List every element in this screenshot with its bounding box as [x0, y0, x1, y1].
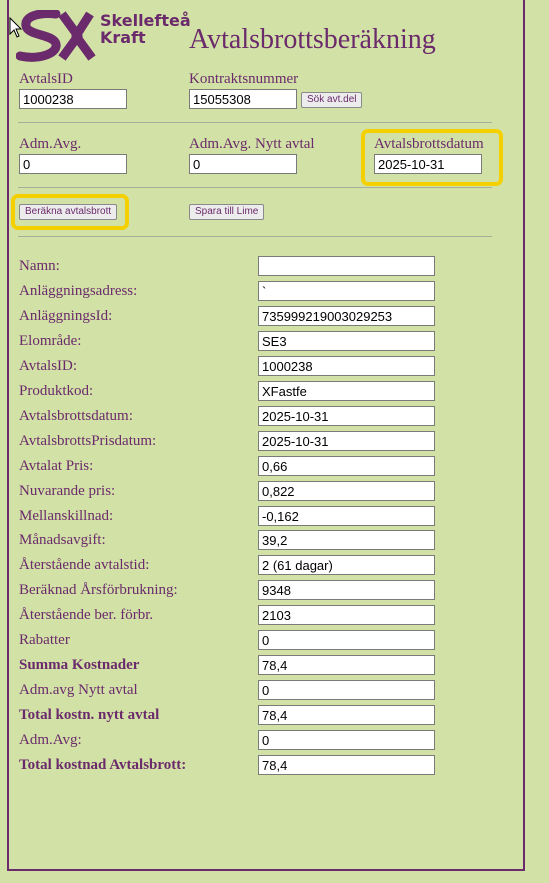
search-contract-button[interactable]: Sök avt.del [301, 92, 363, 108]
result-label: AvtalsID: [19, 358, 78, 374]
result-label: Mellanskillnad: [19, 508, 114, 524]
result-value-field[interactable] [258, 506, 435, 526]
adm-avg-input[interactable] [19, 154, 127, 174]
result-label: Återstående ber. förbr. [19, 607, 154, 623]
result-label: Adm.avg Nytt avtal [19, 682, 138, 698]
skelleftea-kraft-logo-icon [16, 10, 96, 62]
result-label: Elområde: [19, 333, 82, 349]
result-label: Beräknad Årsförbrukning: [19, 582, 178, 598]
avtalsid-label: AvtalsID [19, 71, 73, 87]
result-value-field[interactable] [258, 655, 435, 675]
result-value-field[interactable] [258, 431, 435, 451]
result-value-field[interactable] [258, 705, 435, 725]
result-value-field[interactable] [258, 730, 435, 750]
result-label: Namn: [19, 258, 60, 274]
result-label: Produktkod: [19, 383, 94, 399]
page-title: Avtalsbrottsberäkning [189, 24, 436, 55]
result-value-field[interactable] [258, 406, 435, 426]
result-label: Total kostn. nytt avtal [19, 707, 160, 723]
result-label: Rabatter [19, 632, 70, 648]
result-value-field[interactable] [258, 680, 435, 700]
result-value-field[interactable] [258, 256, 435, 276]
result-label: Anläggningsadress: [19, 283, 138, 299]
result-value-field[interactable] [258, 630, 435, 650]
adm-avg-label: Adm.Avg. [19, 136, 82, 152]
result-label: AnläggningsId: [19, 308, 113, 324]
adm-avg-nytt-avtal-input[interactable] [189, 154, 297, 174]
result-value-field[interactable] [258, 755, 435, 775]
result-value-field[interactable] [258, 281, 435, 301]
result-value-field[interactable] [258, 356, 435, 376]
brand-name-line1: Skellefteå [100, 11, 191, 30]
avtalsid-input[interactable] [19, 89, 127, 109]
result-label: Avtalsbrottsdatum: [19, 408, 133, 424]
result-label: Månadsavgift: [19, 532, 106, 548]
result-value-field[interactable] [258, 580, 435, 600]
divider [18, 187, 492, 188]
brand-logo-text: Skellefteå Kraft [100, 12, 191, 46]
kontraktsnummer-label: Kontraktsnummer [189, 71, 299, 87]
kontraktsnummer-input[interactable] [189, 89, 297, 109]
result-value-field[interactable] [258, 605, 435, 625]
result-value-field[interactable] [258, 381, 435, 401]
result-label: AvtalsbrottsPrisdatum: [19, 433, 157, 449]
result-value-field[interactable] [258, 456, 435, 476]
brand-name-line2: Kraft [100, 28, 146, 47]
adm-avg-nytt-avtal-label: Adm.Avg. Nytt avtal [189, 136, 315, 152]
result-label: Adm.Avg: [19, 732, 82, 748]
result-label: Total kostnad Avtalsbrott: [19, 757, 187, 773]
result-value-field[interactable] [258, 331, 435, 351]
calculate-breach-button[interactable]: Beräkna avtalsbrott [19, 204, 118, 220]
result-label: Summa Kostnader [19, 657, 140, 673]
result-label: Nuvarande pris: [19, 483, 116, 499]
avtalsbrottsdatum-input[interactable] [374, 154, 482, 174]
result-value-field[interactable] [258, 555, 435, 575]
result-value-field[interactable] [258, 306, 435, 326]
result-label: Avtalat Pris: [19, 458, 94, 474]
divider [18, 122, 492, 123]
save-to-lime-button[interactable]: Spara till Lime [189, 204, 265, 220]
divider [18, 236, 492, 237]
avtalsbrottsdatum-label: Avtalsbrottsdatum [374, 136, 484, 152]
result-value-field[interactable] [258, 481, 435, 501]
result-value-field[interactable] [258, 530, 435, 550]
result-label: Återstående avtalstid: [19, 557, 150, 573]
